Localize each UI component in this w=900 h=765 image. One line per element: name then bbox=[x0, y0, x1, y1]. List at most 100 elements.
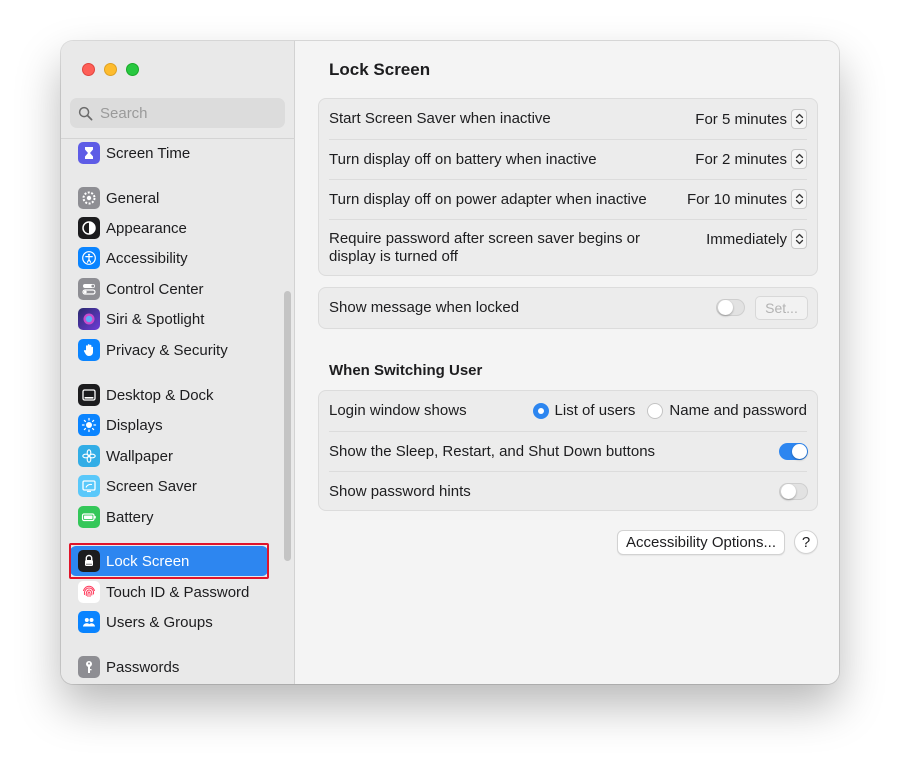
display-off-battery-popup[interactable]: For 2 minutes bbox=[695, 149, 807, 169]
set-message-button[interactable]: Set... bbox=[755, 296, 808, 320]
shutdown-buttons-toggle[interactable] bbox=[779, 443, 808, 460]
row-label: Show the Sleep, Restart, and Shut Down b… bbox=[329, 443, 656, 460]
key-icon bbox=[78, 656, 100, 678]
show-message-toggle[interactable] bbox=[716, 299, 745, 316]
sidebar-item-label: Wallpaper bbox=[106, 447, 173, 465]
lock-icon bbox=[78, 550, 100, 572]
sidebar-item-appearance[interactable]: Appearance bbox=[70, 213, 268, 243]
page-title: Lock Screen bbox=[329, 60, 431, 79]
toggle-knob bbox=[718, 300, 733, 315]
sidebar-item-lock-screen[interactable]: Lock Screen bbox=[70, 546, 268, 576]
radio-list-of-users[interactable]: List of users bbox=[532, 402, 636, 419]
screensaver-icon bbox=[78, 475, 100, 497]
sidebar-item-label: Screen Time bbox=[106, 144, 191, 162]
toggles-icon bbox=[78, 278, 100, 300]
search-field[interactable] bbox=[70, 98, 285, 128]
sidebar-item-label: Siri & Spotlight bbox=[106, 310, 205, 328]
close-window-button[interactable] bbox=[82, 63, 95, 76]
display-off-battery-row: Turn display off on battery when inactiv… bbox=[319, 139, 817, 179]
flower-icon bbox=[78, 445, 100, 467]
sidebar-item-desktop-dock[interactable]: Desktop & Dock bbox=[70, 380, 268, 410]
message-group: Show message when locked Set... bbox=[318, 287, 818, 329]
login-window-row: Login window shows List of users Name an… bbox=[319, 391, 817, 431]
sidebar-item-label: Lock Screen bbox=[106, 552, 190, 570]
sidebar-item-siri-spotlight[interactable]: Siri & Spotlight bbox=[70, 304, 268, 334]
accessibility-options-button[interactable]: Accessibility Options... bbox=[617, 530, 785, 555]
gear-icon bbox=[78, 187, 100, 209]
password-hints-row: Show password hints bbox=[319, 471, 817, 511]
sun-icon bbox=[78, 414, 100, 436]
screen-saver-row: Start Screen Saver when inactive For 5 m… bbox=[319, 99, 817, 139]
row-label-line2: display is turned off bbox=[329, 248, 458, 265]
sidebar-item-label: Appearance bbox=[106, 219, 187, 237]
toggle-knob bbox=[792, 444, 807, 459]
row-label: Start Screen Saver when inactive bbox=[329, 110, 551, 127]
search-input[interactable] bbox=[100, 104, 280, 122]
display-off-adapter-popup[interactable]: For 10 minutes bbox=[687, 189, 807, 209]
sidebar-item-label: Battery bbox=[106, 508, 154, 526]
zoom-window-button[interactable] bbox=[126, 63, 139, 76]
radio-label: List of users bbox=[554, 402, 636, 419]
display-off-adapter-row: Turn display off on power adapter when i… bbox=[319, 179, 817, 219]
sidebar-item-general[interactable]: General bbox=[70, 183, 268, 213]
appearance-icon bbox=[78, 217, 100, 239]
up-down-chevron-icon bbox=[791, 109, 807, 129]
sidebar-item-passwords[interactable]: Passwords bbox=[70, 652, 268, 682]
row-label: Turn display off on power adapter when i… bbox=[329, 191, 647, 208]
battery-icon bbox=[78, 506, 100, 528]
sidebar-item-label: Displays bbox=[106, 416, 163, 434]
password-hints-toggle[interactable] bbox=[779, 483, 808, 500]
sidebar-item-screen-saver[interactable]: Screen Saver bbox=[70, 471, 268, 501]
sidebar-item-control-center[interactable]: Control Center bbox=[70, 274, 268, 304]
sidebar-item-label: Users & Groups bbox=[106, 613, 213, 631]
sidebar-item-label: Touch ID & Password bbox=[106, 583, 250, 601]
up-down-chevron-icon bbox=[791, 229, 807, 249]
sidebar-item-touch-id-password[interactable]: Touch ID & Password bbox=[70, 577, 268, 607]
radio-checked-icon bbox=[532, 402, 549, 419]
sidebar-item-label: Passwords bbox=[106, 658, 180, 676]
sidebar-item-label: Desktop & Dock bbox=[106, 386, 214, 404]
sidebar-item-users-groups[interactable]: Users & Groups bbox=[70, 607, 268, 637]
sidebar-item-battery[interactable]: Battery bbox=[70, 502, 268, 532]
popup-value: For 5 minutes bbox=[695, 110, 787, 128]
row-label: Login window shows bbox=[329, 402, 467, 419]
row-label: Turn display off on battery when inactiv… bbox=[329, 151, 597, 168]
hourglass-icon bbox=[78, 142, 100, 164]
search-icon bbox=[78, 106, 93, 120]
switching-user-group: Login window shows List of users Name an… bbox=[318, 390, 818, 511]
fingerprint-icon bbox=[78, 581, 100, 603]
lock-settings-group: Start Screen Saver when inactive For 5 m… bbox=[318, 98, 818, 276]
sidebar-item-accessibility[interactable]: Accessibility bbox=[70, 243, 268, 273]
popup-value: For 2 minutes bbox=[695, 150, 787, 168]
sidebar: Screen Time General Appearance Accessibi… bbox=[61, 41, 295, 684]
popup-value: For 10 minutes bbox=[686, 190, 787, 208]
hand-icon bbox=[78, 339, 100, 361]
sidebar-item-wallpaper[interactable]: Wallpaper bbox=[70, 441, 268, 471]
up-down-chevron-icon bbox=[791, 149, 807, 169]
show-message-label: Show message when locked bbox=[329, 299, 520, 316]
screen-saver-popup[interactable]: For 5 minutes bbox=[695, 109, 807, 129]
sidebar-item-displays[interactable]: Displays bbox=[70, 410, 268, 440]
up-down-chevron-icon bbox=[791, 189, 807, 209]
sidebar-item-label: Privacy & Security bbox=[106, 341, 228, 359]
dock-icon bbox=[78, 384, 100, 406]
sidebar-item-screen-time[interactable]: Screen Time bbox=[70, 138, 268, 168]
login-window-radio-group: List of users Name and password bbox=[521, 402, 807, 419]
settings-window: Screen Time General Appearance Accessibi… bbox=[61, 41, 839, 684]
content-pane: Lock Screen Start Screen Saver when inac… bbox=[296, 41, 839, 684]
sidebar-item-label: Screen Saver bbox=[106, 477, 197, 495]
require-password-popup[interactable]: Immediately bbox=[706, 229, 807, 249]
help-button[interactable]: ? bbox=[794, 530, 818, 554]
radio-unchecked-icon bbox=[647, 402, 664, 419]
radio-name-and-password[interactable]: Name and password bbox=[647, 402, 807, 419]
row-label-line1: Require password after screen saver begi… bbox=[329, 230, 640, 247]
row-label: Require password after screen saver begi… bbox=[329, 230, 640, 266]
minimize-window-button[interactable] bbox=[104, 63, 117, 76]
require-password-row: Require password after screen saver begi… bbox=[319, 219, 817, 277]
sidebar-item-label: Control Center bbox=[106, 280, 204, 298]
users-icon bbox=[78, 611, 100, 633]
radio-label: Name and password bbox=[669, 402, 807, 419]
sidebar-item-privacy-security[interactable]: Privacy & Security bbox=[70, 335, 268, 365]
sidebar-item-label: Accessibility bbox=[106, 249, 188, 267]
sidebar-scrollbar[interactable] bbox=[284, 291, 291, 561]
